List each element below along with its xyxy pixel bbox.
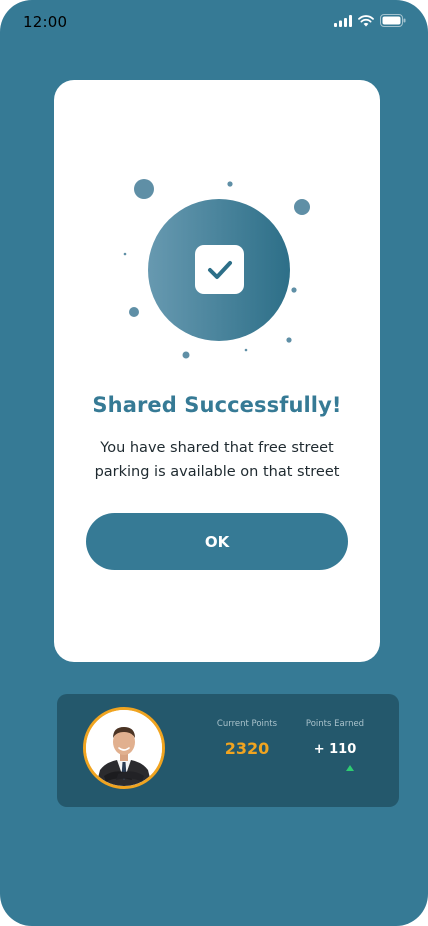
dialog-message: You have shared that free street parking… (94, 440, 340, 480)
status-bar: 12:00 (0, 0, 428, 44)
dialog-title: Shared Successfully! (92, 393, 342, 417)
current-points-label: Current Points (216, 719, 278, 729)
status-time: 12:00 (23, 13, 68, 31)
ok-button[interactable]: OK (86, 513, 348, 570)
user-photo (86, 710, 162, 786)
current-points-value: 2320 (224, 739, 270, 758)
battery-icon (380, 14, 406, 27)
up-arrow-icon (346, 765, 354, 771)
phone-screen: 12:00 Shared Successfully! You have shar… (0, 0, 428, 926)
success-dialog: Shared Successfully! You have shared tha… (54, 80, 380, 662)
avatar (83, 707, 165, 789)
wifi-icon (358, 14, 374, 26)
status-icons (334, 14, 406, 27)
points-card: Current Points 2320 Points Earned + 110 (57, 694, 399, 807)
points-earned-label: Points Earned (305, 719, 365, 729)
signal-icon (334, 14, 352, 27)
check-icon (195, 245, 244, 294)
success-illustration (123, 179, 310, 359)
points-earned-value: + 110 (313, 742, 357, 757)
